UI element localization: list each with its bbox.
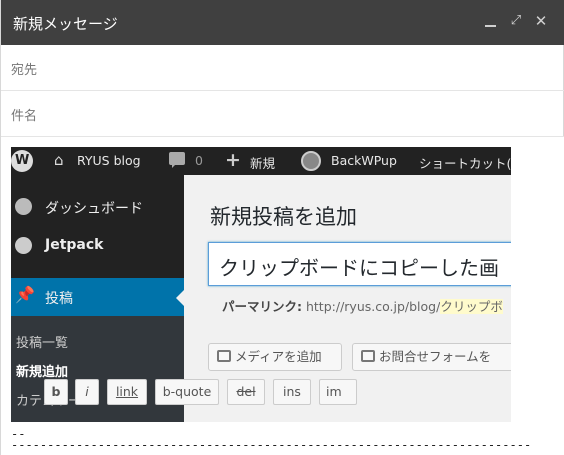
close-icon[interactable]: ✕ [533,12,549,30]
comment-count: 0 [195,153,203,168]
quicktag-del: del [227,379,265,405]
wp-admin-bar: ⌂ RYUS blog 0 + 新規 BackWPup ショートカット(^ [11,147,511,175]
quicktag-ins: ins [273,379,311,405]
posts-submenu: 投稿一覧 新規追加 カテゴリー [11,316,184,422]
minimize-icon[interactable] [483,12,499,30]
sidebar-item-dashboard: ダッシュボード [11,188,184,226]
permalink: パーマリンク: http://ryus.co.jp/blog/クリップボ [222,296,503,315]
form-icon [361,350,375,362]
admin-bar-backwpup: BackWPup [331,153,397,168]
admin-bar-site: RYUS blog [77,153,141,168]
page-title: 新規投稿を追加 [210,205,357,229]
sidebar-item-label: 投稿 [45,291,73,307]
add-media-button: メディアを追加 [208,343,342,371]
post-title-value: クリップボードにコピーした画 [219,256,499,280]
compose-titlebar[interactable]: 新規メッセージ ⤢ ✕ [1,0,564,45]
quicktag-img: im [319,379,357,405]
compose-title: 新規メッセージ [13,15,118,33]
submenu-add-new: 新規追加 [16,365,69,380]
signature-line-2[interactable]: ----------------------------------------… [11,438,531,452]
sidebar-item-posts: 📌 投稿 [11,278,184,316]
plus-icon: + [225,149,241,171]
scrollbar[interactable] [549,137,564,455]
media-icon [217,350,231,362]
contact-form-button: お問合せフォームを [352,343,511,371]
admin-bar-new: 新規 [250,156,276,171]
permalink-slug: クリップボ [440,299,503,314]
compose-window: 新規メッセージ ⤢ ✕ 宛先 件名 ⌂ RYUS blog 0 + 新規 Bac… [0,0,564,455]
comment-icon [169,152,185,168]
quicktag-i: i [75,379,99,405]
pin-icon: 📌 [15,285,35,304]
permalink-url: http://ryus.co.jp/blog/ [305,299,441,314]
sidebar-item-label: ダッシュボード [45,201,143,217]
subject-field[interactable]: 件名 [1,91,564,137]
backwpup-icon [301,151,321,171]
jetpack-icon [15,237,32,254]
home-icon: ⌂ [54,151,64,169]
contact-form-label: お問合せフォームを [379,349,492,364]
quicktag-link: link [107,379,147,405]
quicktag-b: b [44,379,68,405]
quicktag-b-quote: b-quote [155,379,219,405]
popout-icon[interactable]: ⤢ [508,12,524,30]
post-title-input: クリップボードにコピーした画 [208,242,511,286]
to-label: 宛先 [11,63,38,78]
dashboard-icon [15,198,32,215]
wordpress-logo-icon [11,150,33,172]
sidebar-item-jetpack: Jetpack [11,227,184,265]
permalink-label: パーマリンク: [222,299,302,314]
to-field[interactable]: 宛先 [1,45,564,91]
admin-bar-shortcut: ショートカット(^ [419,156,511,171]
add-media-label: メディアを追加 [235,349,322,364]
submenu-all-posts: 投稿一覧 [16,336,69,351]
pasted-screenshot-image: ⌂ RYUS blog 0 + 新規 BackWPup ショートカット(^ ダッ… [11,147,511,422]
subject-label: 件名 [11,109,38,124]
sidebar-item-label: Jetpack [45,237,104,253]
